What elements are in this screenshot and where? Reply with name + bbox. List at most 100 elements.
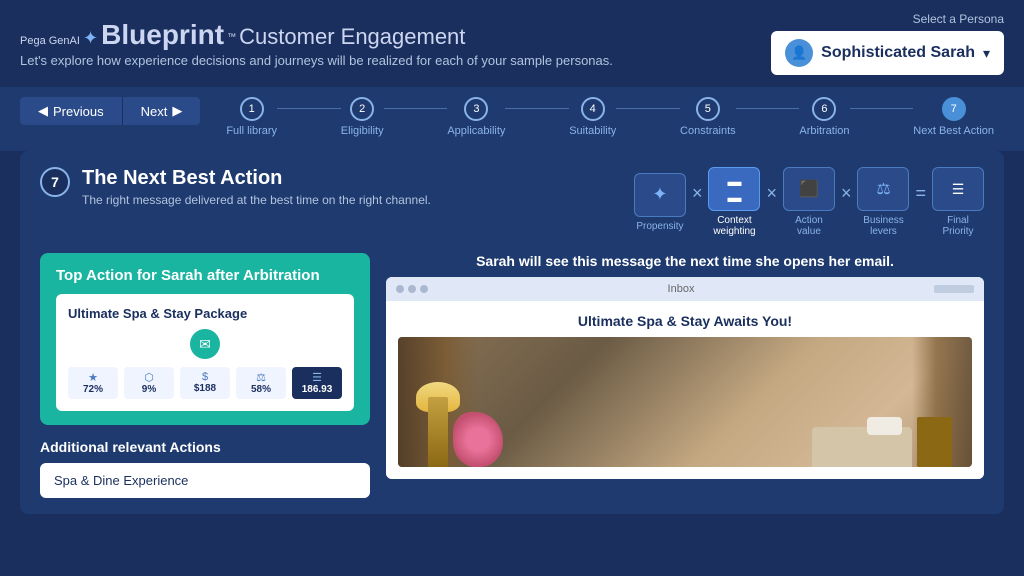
email-channel-icon: ✉ [190,329,220,359]
email-inbox-label: Inbox [668,283,695,295]
metric-propensity: ★ 72% [68,367,118,399]
propensity-icon-box: ✦ [634,173,686,217]
table-decoration [917,417,952,467]
equals-op: = [915,183,926,204]
persona-avatar: 👤 [785,39,813,67]
propensity-label: Propensity [636,221,683,232]
step-label-7: Next Best Action [913,125,994,137]
step-label-5: Constraints [680,125,736,137]
formula-propensity[interactable]: ✦ Propensity [634,173,686,232]
steps-track: 1 Full library 2 Eligibility 3 Applicabi… [216,97,1004,137]
metric-context-value: 9% [130,384,168,395]
formula-row: ✦ Propensity × ▬▬ Contextweighting × ⬛ A… [634,167,984,237]
metric-propensity-icon: ★ [74,371,112,384]
step-item-3[interactable]: 3 Applicability [447,97,505,137]
bottom-section: Top Action for Sarah after Arbitration U… [40,253,984,498]
blueprint-label: Blueprint [101,19,224,50]
step-circle-2: 2 [350,97,374,121]
top-action-title: Top Action for Sarah after Arbitration [56,267,354,284]
persona-selector: Select a Persona 👤 Sophisticated Sarah ▾ [771,12,1004,75]
metric-levers: ⚖ 58% [236,367,286,399]
action-value-symbol: ⬛ [799,179,819,199]
email-preview-area: Sarah will see this message the next tim… [386,253,984,498]
step-item-5[interactable]: 5 Constraints [680,97,736,137]
metric-value-icon: $ [186,371,224,383]
business-levers-label: Businesslevers [863,215,904,237]
additional-actions: Additional relevant Actions Spa & Dine E… [40,435,370,498]
multiply-op-1: × [692,183,703,204]
top-action-card: Top Action for Sarah after Arbitration U… [40,253,370,425]
step-connector-3 [505,108,569,109]
context-weighting-icon-box: ▬▬ [708,167,760,211]
section-subtitle: The right message delivered at the best … [82,193,431,207]
step-label-4: Suitability [569,125,616,137]
email-preview-headline: Sarah will see this message the next tim… [386,253,984,269]
header-subtitle: Let's explore how experience decisions a… [20,53,613,68]
step-label-1: Full library [226,125,277,137]
chevron-down-icon: ▾ [983,45,990,62]
metric-levers-icon: ⚖ [242,371,280,384]
final-priority-label: FinalPriority [942,215,973,237]
step-item-7[interactable]: 7 Next Best Action [913,97,994,137]
prev-arrow-icon: ◀ [38,103,48,119]
email-dot-1 [396,285,404,293]
email-toolbar: Inbox [386,277,984,301]
formula-final-priority[interactable]: ☰ FinalPriority [932,167,984,237]
metric-value-value: $188 [186,383,224,394]
section-title-area: 7 The Next Best Action The right message… [40,167,431,207]
main-content: 7 The Next Best Action The right message… [20,151,1004,514]
final-priority-symbol: ☰ [952,181,965,198]
additional-actions-title: Additional relevant Actions [40,439,370,455]
flowers-decoration [453,412,503,467]
step-connector-6 [850,108,914,109]
business-levers-icon-box: ⚖ [857,167,909,211]
metric-context-icon: ⬡ [130,371,168,384]
multiply-op-2: × [766,183,777,204]
step-item-2[interactable]: 2 Eligibility [341,97,384,137]
lamp-decoration [428,397,448,467]
email-dot-3 [420,285,428,293]
formula-action-value[interactable]: ⬛ Actionvalue [783,167,835,237]
step-item-4[interactable]: 4 Suitability [569,97,616,137]
tm-symbol: ™ [227,31,236,41]
step-circle-7: 7 [942,97,966,121]
prev-label: Previous [53,104,104,119]
metric-priority-icon: ☰ [298,371,336,384]
header: Pega GenAI ✦ Blueprint ™ Customer Engage… [0,0,1024,87]
action-item-name: Ultimate Spa & Stay Package [68,306,342,321]
metric-value-box: $ $188 [180,367,230,399]
step-item-6[interactable]: 6 Arbitration [799,97,849,137]
action-value-label: Actionvalue [795,215,823,237]
step-connector-1 [277,108,341,109]
section-title: The Next Best Action [82,167,431,190]
pillow-decoration [867,417,902,435]
persona-name: Sophisticated Sarah [821,44,975,62]
persona-selector-label: Select a Persona [771,12,1004,26]
metric-priority-value: 186.93 [298,384,336,395]
action-item-icon-area: ✉ [68,329,342,359]
step-label-3: Applicability [447,125,505,137]
next-arrow-icon: ▶ [172,103,182,119]
step-circle-6: 6 [812,97,836,121]
multiply-op-3: × [841,183,852,204]
formula-business-levers[interactable]: ⚖ Businesslevers [857,167,909,237]
step-label-6: Arbitration [799,125,849,137]
list-item[interactable]: Spa & Dine Experience [40,463,370,498]
prev-button[interactable]: ◀ Previous [20,97,123,125]
header-left: Pega GenAI ✦ Blueprint ™ Customer Engage… [20,19,613,68]
step-circle-5: 5 [696,97,720,121]
star-icon: ✦ [83,28,98,48]
metric-levers-value: 58% [242,384,280,395]
step-circle-3: 3 [464,97,488,121]
metric-context: ⬡ 9% [124,367,174,399]
email-dots [396,285,428,293]
formula-context-weighting[interactable]: ▬▬ Contextweighting [708,167,760,237]
metric-priority: ☰ 186.93 [292,367,342,399]
persona-dropdown-button[interactable]: 👤 Sophisticated Sarah ▾ [771,31,1004,75]
step-item-1[interactable]: 1 Full library [226,97,277,137]
email-mockup: Inbox Ultimate Spa & Stay Awaits You! [386,277,984,479]
nav-buttons: ◀ Previous Next ▶ [20,97,200,125]
pega-label: Pega GenAI [20,35,80,47]
next-button[interactable]: Next ▶ [123,97,201,125]
email-subject: Ultimate Spa & Stay Awaits You! [398,313,972,329]
